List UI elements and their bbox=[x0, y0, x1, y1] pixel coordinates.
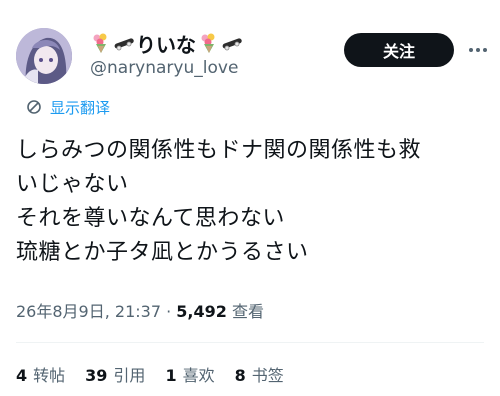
reposts-count: 4 bbox=[16, 366, 28, 385]
skateboard-icon bbox=[113, 32, 135, 54]
tweet-card: りいな @narynaryu_love 关注 显示翻译 しらみつの関係性もドナ関… bbox=[0, 0, 500, 396]
bookmarks-label: 书签 bbox=[251, 366, 284, 385]
avatar[interactable] bbox=[16, 28, 72, 84]
tweet-body: しらみつの関係性もドナ関の関係性も救 いじゃない それを尊いなんて思わない 琉糖… bbox=[16, 134, 486, 270]
bouquet-icon bbox=[90, 32, 112, 54]
likes-stat[interactable]: 1 喜欢 bbox=[165, 362, 214, 386]
quotes-stat[interactable]: 39 引用 bbox=[85, 362, 145, 386]
tweet-text-line: それを尊いなんて思わない bbox=[16, 206, 285, 231]
avatar-illustration bbox=[16, 28, 72, 84]
translate-icon bbox=[27, 100, 41, 114]
likes-count: 1 bbox=[165, 366, 177, 385]
user-handle[interactable]: @narynaryu_love bbox=[90, 58, 238, 78]
meta-separator: · bbox=[161, 302, 177, 321]
bouquet-icon bbox=[198, 32, 220, 54]
skateboard-icon bbox=[221, 32, 243, 54]
divider bbox=[16, 342, 484, 343]
display-name-text: りいな bbox=[136, 32, 196, 57]
bookmarks-stat[interactable]: 8 书签 bbox=[235, 362, 284, 386]
show-translation-label: 显示翻译 bbox=[50, 98, 111, 117]
follow-button[interactable]: 关注 bbox=[344, 33, 454, 67]
tweet-meta: 26年8月9日, 21:37 · 5,492 查看 bbox=[16, 298, 264, 322]
display-name[interactable]: りいな bbox=[90, 30, 244, 57]
reposts-label: 转帖 bbox=[33, 366, 66, 385]
likes-label: 喜欢 bbox=[182, 366, 215, 385]
quotes-count: 39 bbox=[85, 366, 108, 385]
show-translation-link[interactable]: 显示翻译 bbox=[26, 96, 110, 118]
tweet-text-line: いじゃない bbox=[16, 172, 129, 197]
tweet-text-line: しらみつの関係性もドナ関の関係性も救 bbox=[16, 138, 422, 163]
bookmarks-count: 8 bbox=[234, 366, 246, 385]
views-label: 查看 bbox=[231, 302, 264, 321]
more-options-icon[interactable] bbox=[466, 38, 490, 62]
timestamp[interactable]: 26年8月9日, 21:37 bbox=[16, 302, 161, 321]
reposts-stat[interactable]: 4 转帖 bbox=[16, 362, 65, 386]
tweet-text-line: 琉糖とか子タ凪とかうるさい bbox=[16, 240, 309, 265]
views-count: 5,492 bbox=[176, 302, 227, 321]
quotes-label: 引用 bbox=[113, 366, 146, 385]
engagement-stats: 4 转帖 39 引用 1 喜欢 8 书签 bbox=[16, 362, 304, 386]
